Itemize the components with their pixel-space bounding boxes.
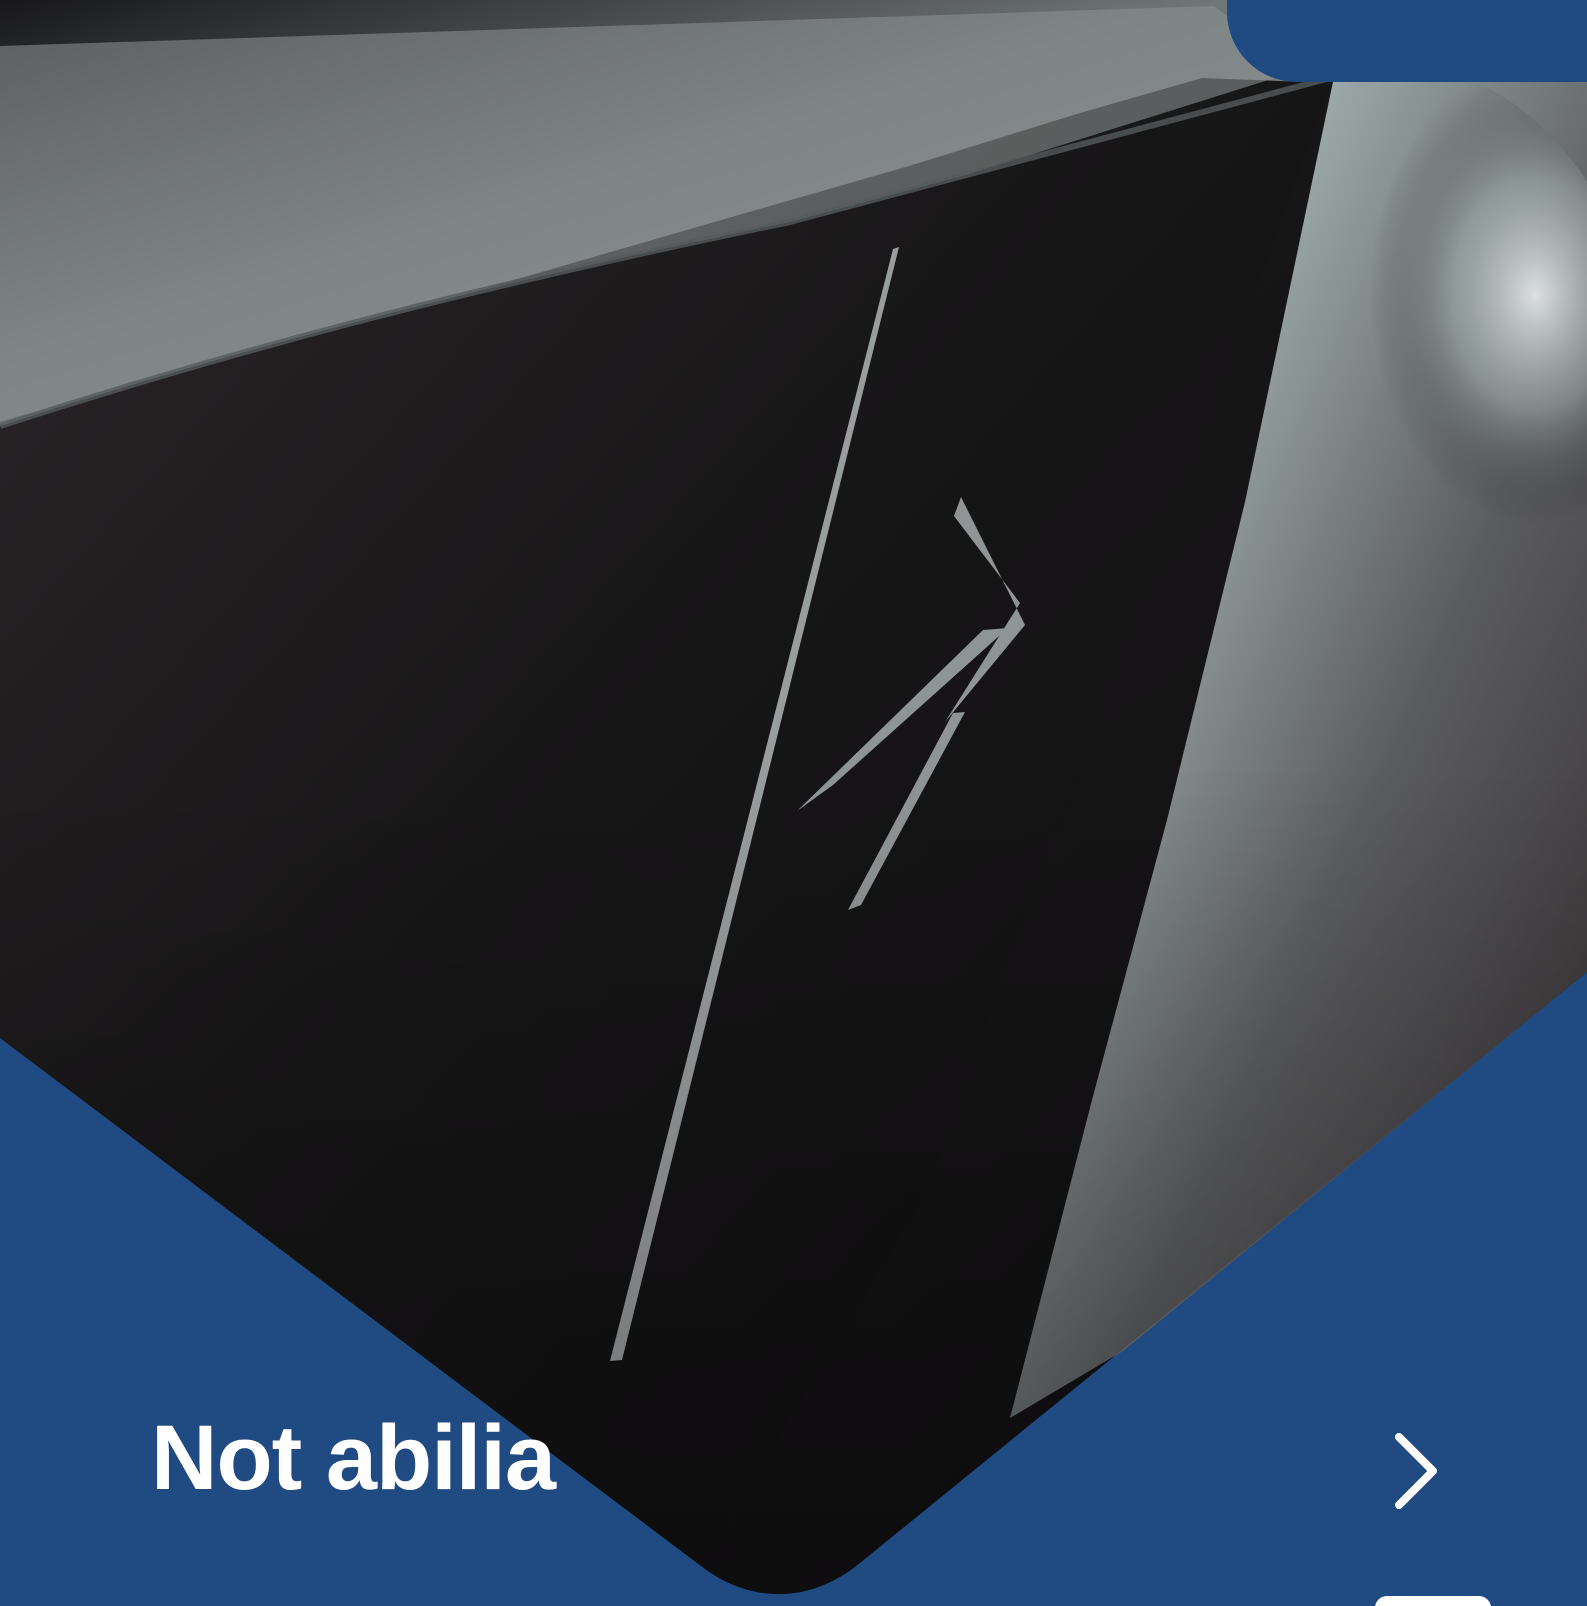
chevron-right-icon xyxy=(1395,1433,1437,1509)
notabilia-card[interactable]: Not abilia xyxy=(0,0,1587,1606)
top-right-tab xyxy=(1227,0,1587,82)
bottom-edge-pill xyxy=(1375,1596,1491,1606)
next-button[interactable] xyxy=(1382,1426,1454,1516)
hero-photo xyxy=(0,0,1587,1606)
card-title: Not abilia xyxy=(151,1407,556,1509)
